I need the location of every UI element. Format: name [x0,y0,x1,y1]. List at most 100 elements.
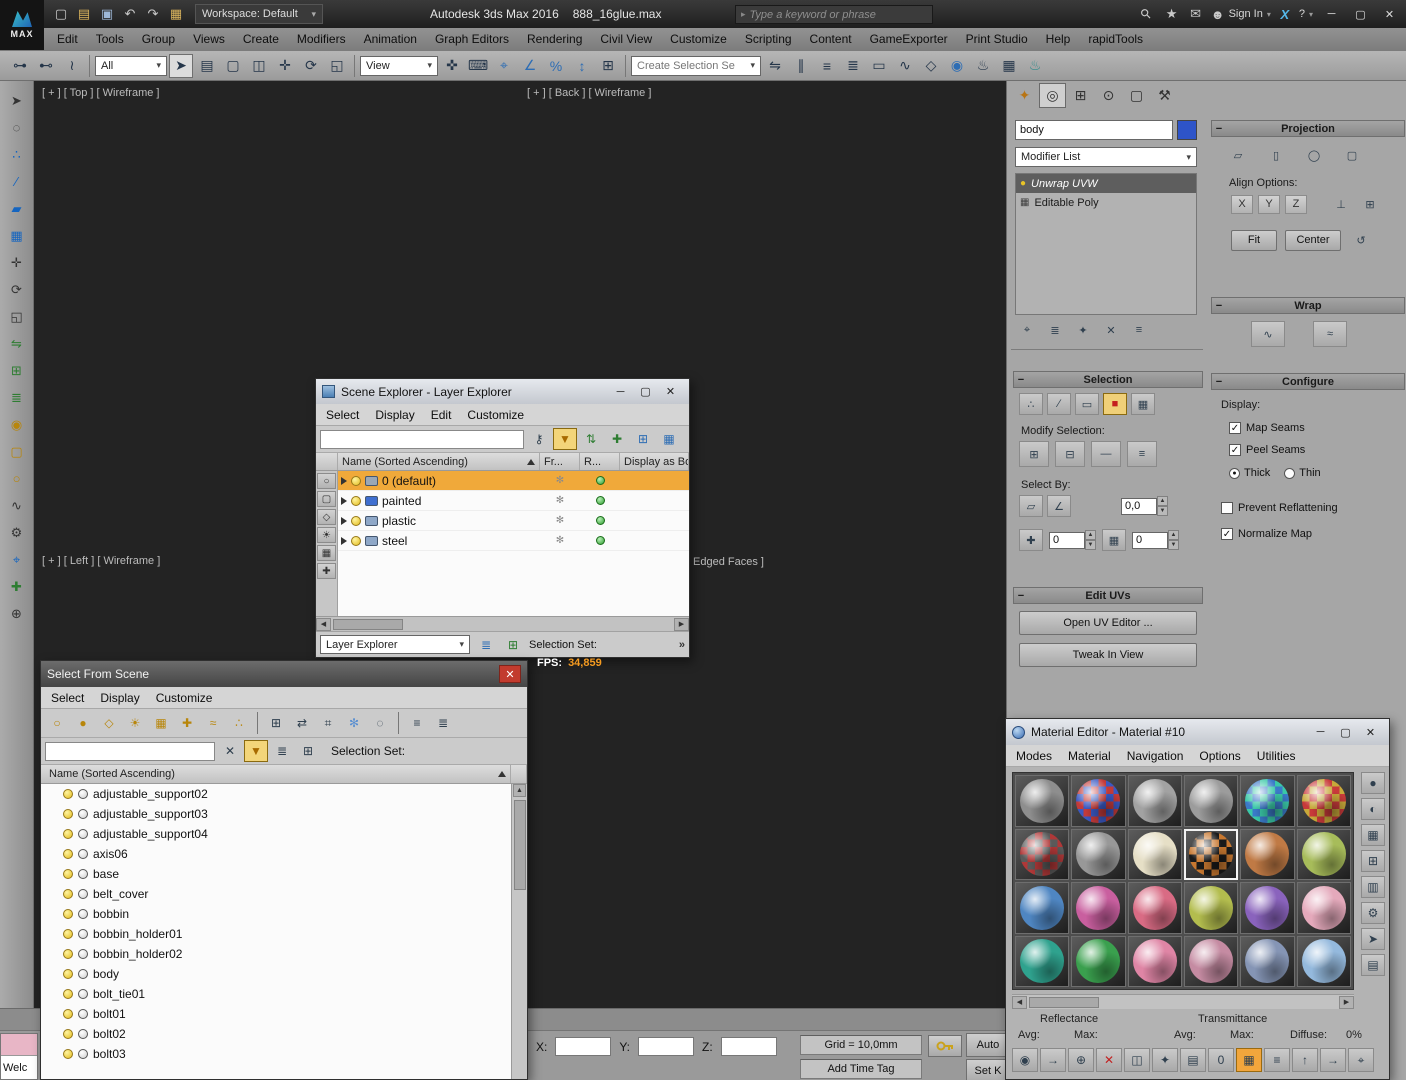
nest-layer-icon[interactable]: ▦ [657,428,681,450]
material-sample-slot[interactable] [1240,935,1295,987]
object-list-item[interactable]: belt_cover [41,884,511,904]
align-to-view-icon[interactable]: ⊥ [1329,193,1353,215]
menu-item[interactable]: Civil View [591,32,661,46]
cylindrical-map-icon[interactable]: ▯ [1261,143,1291,167]
scene-explorer-toggle-icon[interactable]: ≡ [815,54,839,78]
modifier-toggle-icon[interactable]: ● [1020,178,1026,189]
polygon-mode-icon[interactable]: ■ [1103,393,1127,415]
title-bar[interactable]: ▢▤▣↶↷▦ Workspace: Default Autodesk 3ds M… [0,0,1406,28]
radio-button[interactable]: ● [1229,467,1240,479]
close-button[interactable]: ✕ [1358,723,1383,741]
edit-uvs-rollout[interactable]: − Edit UVs [1013,587,1203,604]
visibility-bulb-icon[interactable] [351,515,361,526]
auto-key-button[interactable]: Auto [966,1033,1010,1057]
visibility-bulb-icon[interactable] [63,1009,73,1019]
visibility-bulb-icon[interactable] [351,495,361,506]
visibility-bulb-icon[interactable] [63,869,73,879]
object-name-field[interactable]: body [1015,120,1173,140]
menu-item[interactable]: Help [1037,32,1080,46]
viewport-label[interactable]: Edged Faces ] [693,556,764,568]
layer-row[interactable]: 0 (default) ✻ [338,471,689,491]
display-helpers-icon[interactable]: ✚ [175,712,199,734]
maximize-button[interactable]: ▢ [1333,723,1358,741]
display-bones-icon[interactable]: ⌗ [316,712,340,734]
display-shapes-icon[interactable]: ◇ [97,712,121,734]
select-by-angle-icon[interactable]: ∠ [1047,495,1071,517]
material-sample-slot[interactable] [1015,882,1070,934]
menu-item[interactable]: Scripting [736,32,801,46]
undo-icon[interactable]: ↶ [119,3,141,25]
projection-rollout[interactable]: − Projection [1211,120,1405,137]
scroll-right-icon[interactable]: ▶ [1339,995,1354,1009]
checkbox[interactable] [1221,502,1233,514]
explorer-mode-dropdown[interactable]: Layer Explorer [320,635,470,654]
edge-wrap-icon[interactable]: ∿ [1251,321,1285,347]
make-material-copy-icon[interactable]: ◫ [1124,1048,1150,1072]
display-geometry-icon[interactable]: ● [71,712,95,734]
selection-filter-dropdown[interactable]: All [95,55,167,76]
material-sample-slot[interactable] [1240,828,1295,880]
menu-item[interactable]: Content [801,32,861,46]
expand-arrow-icon[interactable] [341,476,347,485]
assign-material-to-selection-icon[interactable]: ⊕ [1068,1048,1094,1072]
material-sample-slot[interactable] [1296,882,1351,934]
set-key-button[interactable]: Set K [966,1059,1010,1080]
sample-type-sphere-icon[interactable]: ● [1361,772,1385,794]
get-material-icon[interactable]: ◉ [1012,1048,1038,1072]
search-input[interactable] [749,8,927,21]
checkbox[interactable]: ✓ [1221,528,1233,540]
vertex-icon[interactable]: ∴ [4,143,30,166]
scroll-up-icon[interactable]: ▲ [513,784,526,797]
viewport-label[interactable]: [ + ] [ Top ] [ Wireframe ] [42,87,159,99]
edge-mode-icon[interactable]: ∕ [1047,393,1071,415]
material-sample-slot[interactable] [1071,828,1126,880]
shrink-selection-icon[interactable]: ⊟ [1055,441,1085,467]
pin-stack-icon[interactable]: ⌖ [1015,319,1039,341]
scale-icon[interactable]: ◱ [4,305,30,328]
communication-center-icon[interactable]: ✉ [1185,3,1207,25]
lock-cell-editing-icon[interactable]: ⚷ [527,428,551,450]
make-unique-icon[interactable]: ✦ [1152,1048,1178,1072]
name-column-header[interactable]: Name (Sorted Ascending) [41,765,511,783]
show-map-in-viewport-icon[interactable]: ▦ [1236,1048,1262,1072]
help-button[interactable]: ? ▾ [1299,8,1313,20]
sort-hierarchy-icon[interactable]: ⊞ [501,634,525,656]
name-column-header[interactable]: Name (Sorted Ascending) [338,453,540,470]
array-icon[interactable]: ⊞ [4,359,30,382]
save-file-icon[interactable]: ▣ [96,3,118,25]
sample-tiling-icon[interactable]: ⊞ [1361,850,1385,872]
center-button[interactable]: Center [1285,229,1341,251]
menu-item[interactable]: Modes [1008,749,1060,763]
select-from-scene-title-bar[interactable]: Select From Scene ✕ [41,661,527,687]
menu-item[interactable]: Edit [423,408,460,422]
visibility-bulb-icon[interactable] [63,1029,73,1039]
window-crossing-icon[interactable]: ◫ [247,54,271,78]
minimize-button[interactable]: ─ [608,383,633,401]
curve-icon[interactable]: ∿ [4,494,30,517]
filter-icon[interactable]: ▼ [244,740,268,762]
frozen-icon[interactable]: ✻ [540,475,580,486]
display-helpers-icon[interactable]: ✚ [317,563,336,579]
visibility-bulb-icon[interactable] [63,929,73,939]
material-editor-title-bar[interactable]: Material Editor - Material #10 ─ ▢ ✕ [1006,719,1389,745]
select-arrow-icon[interactable]: ➤ [4,89,30,112]
listener-text-row[interactable]: Welc [1,1056,37,1079]
percent-snap-icon[interactable]: % [544,54,568,78]
loop-selection-icon[interactable]: — [1091,441,1121,467]
display-xrefs-icon[interactable]: ⇄ [290,712,314,734]
material-sample-slot[interactable] [1240,775,1295,827]
select-and-move-icon[interactable]: ✛ [273,54,297,78]
unlink-selection-icon[interactable]: ⊷ [34,54,58,78]
open-file-icon[interactable]: ▤ [73,3,95,25]
favorites-star-icon[interactable]: ★ [1161,3,1183,25]
planar-map-icon[interactable]: ▱ [1223,143,1253,167]
menu-item[interactable]: Customize [148,691,221,705]
scene-explorer-title-bar[interactable]: Scene Explorer - Layer Explorer ─ ▢ ✕ [316,379,689,404]
axis-button[interactable]: Z [1285,194,1307,214]
add-selection-to-layer-icon[interactable]: ⊞ [631,428,655,450]
material-sample-slot[interactable] [1127,828,1182,880]
display-hidden-icon[interactable]: ◌ [368,712,392,734]
select-by-material-id-icon[interactable]: ▦ [1102,529,1126,551]
layer-row[interactable]: painted ✻ [338,491,689,511]
display-shapes-icon[interactable]: ◇ [317,509,336,525]
